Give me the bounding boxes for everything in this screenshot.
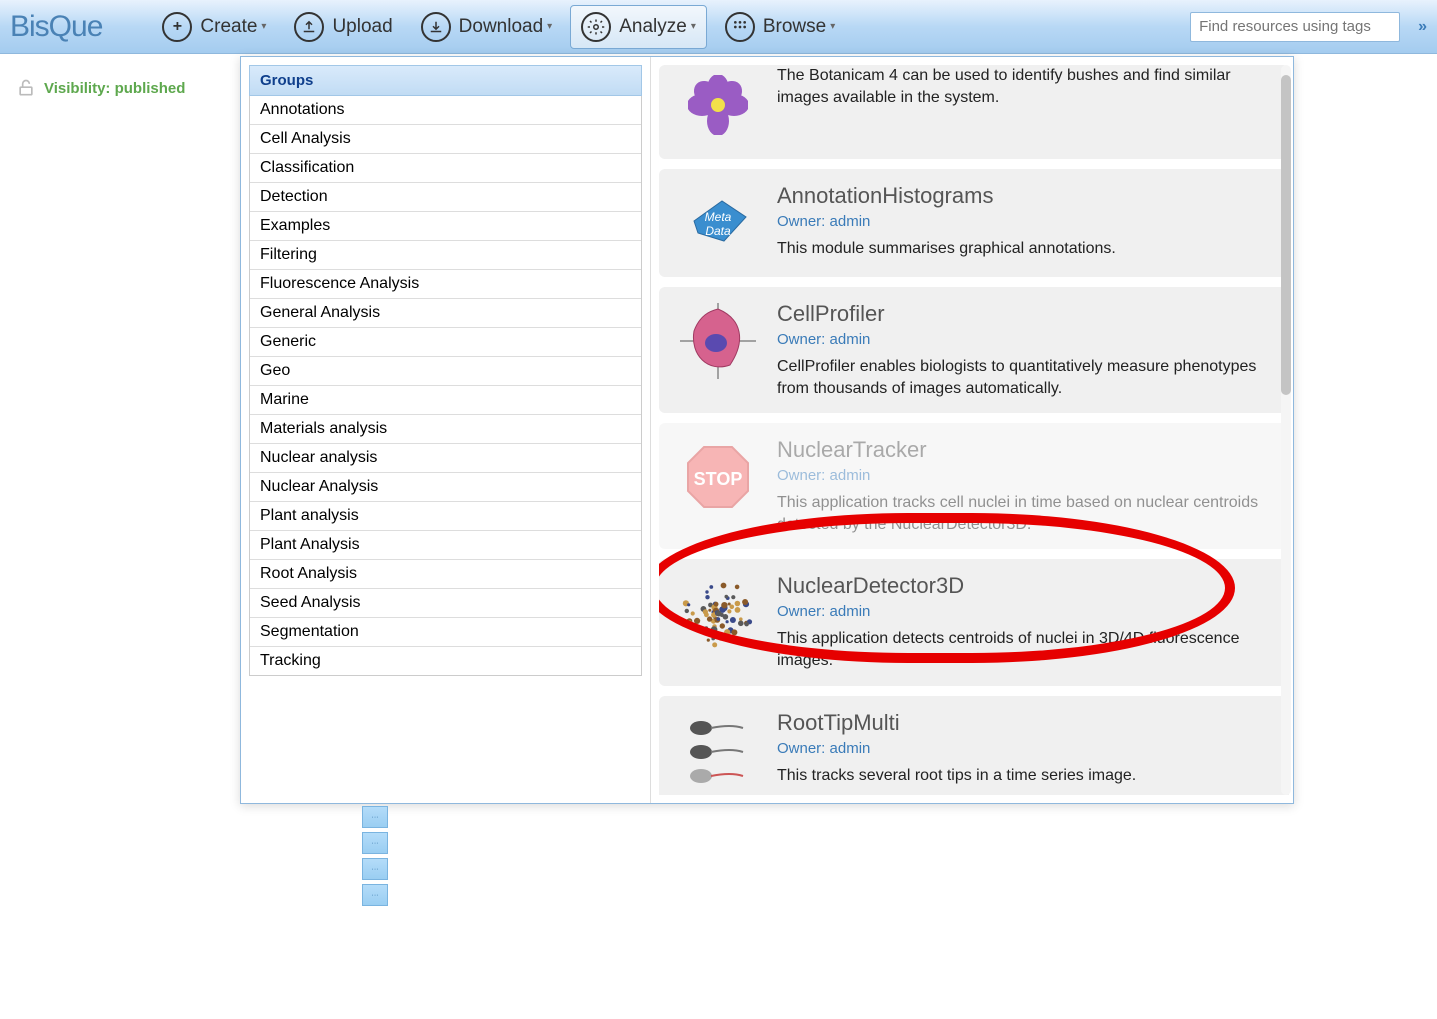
- group-item[interactable]: Marine: [250, 386, 641, 415]
- upload-button[interactable]: Upload: [284, 6, 402, 48]
- create-button[interactable]: + Create ▾: [152, 6, 276, 48]
- module-description: The Botanicam 4 can be used to identify …: [777, 65, 1275, 108]
- grid-icon: [725, 12, 755, 42]
- gear-icon: [581, 12, 611, 42]
- app-logo: BisQue: [10, 10, 102, 44]
- module-card[interactable]: The Botanicam 4 can be used to identify …: [659, 65, 1289, 159]
- thumbnail[interactable]: ···: [362, 832, 388, 854]
- group-item[interactable]: Segmentation: [250, 618, 641, 647]
- module-owner: Owner: admin: [777, 603, 1275, 620]
- module-card[interactable]: RootTipMulti Owner: admin This tracks seve…: [659, 696, 1289, 795]
- svg-text:Meta: Meta: [705, 210, 732, 224]
- module-icon: [673, 65, 763, 145]
- group-item[interactable]: Detection: [250, 183, 641, 212]
- module-description: CellProfiler enables biologists to quant…: [777, 356, 1275, 399]
- plus-icon: +: [162, 12, 192, 42]
- group-item[interactable]: Plant Analysis: [250, 531, 641, 560]
- groups-list: AnnotationsCell AnalysisClassificationDe…: [249, 96, 642, 676]
- chevron-down-icon: ▾: [830, 21, 835, 32]
- module-icon: [673, 301, 763, 381]
- group-item[interactable]: Nuclear Analysis: [250, 473, 641, 502]
- browse-label: Browse: [763, 16, 826, 38]
- thumbnail[interactable]: ···: [362, 884, 388, 906]
- group-item[interactable]: Classification: [250, 154, 641, 183]
- create-label: Create: [200, 16, 257, 38]
- group-item[interactable]: Nuclear analysis: [250, 444, 641, 473]
- group-item[interactable]: Geo: [250, 357, 641, 386]
- module-description: This application detects centroids of nu…: [777, 628, 1275, 671]
- groups-header: Groups: [249, 65, 642, 96]
- module-title: RootTipMulti: [777, 710, 1275, 736]
- group-item[interactable]: Fluorescence Analysis: [250, 270, 641, 299]
- search-input[interactable]: [1190, 12, 1400, 42]
- visibility-label: Visibility: published: [44, 80, 185, 97]
- analyze-button[interactable]: Analyze ▾: [570, 5, 707, 49]
- cloud-up-icon: [294, 12, 324, 42]
- download-label: Download: [459, 16, 544, 38]
- module-owner: Owner: admin: [777, 331, 1275, 348]
- analyze-dropdown: Groups AnnotationsCell AnalysisClassific…: [240, 56, 1294, 804]
- main-toolbar: BisQue + Create ▾ Upload Download ▾ Anal…: [0, 0, 1437, 54]
- group-item[interactable]: Root Analysis: [250, 560, 641, 589]
- visibility-indicator: Visibility: published: [14, 78, 185, 98]
- module-icon: [673, 710, 763, 790]
- group-item[interactable]: Materials analysis: [250, 415, 641, 444]
- module-description: This tracks several root tips in a time …: [777, 765, 1275, 787]
- thumbnail[interactable]: ···: [362, 858, 388, 880]
- module-icon: MetaData: [673, 183, 763, 263]
- group-item[interactable]: Tracking: [250, 647, 641, 675]
- cloud-down-icon: [421, 12, 451, 42]
- chevron-down-icon: ▾: [691, 21, 696, 32]
- module-owner: Owner: admin: [777, 213, 1275, 230]
- analyze-label: Analyze: [619, 16, 687, 38]
- group-item[interactable]: General Analysis: [250, 299, 641, 328]
- download-button[interactable]: Download ▾: [411, 6, 563, 48]
- thumbnail[interactable]: ···: [362, 806, 388, 828]
- module-card[interactable]: MetaData AnnotationHistograms Owner: admin…: [659, 169, 1289, 277]
- thumbnail-strip: ··· ··· ··· ···: [362, 806, 388, 910]
- group-item[interactable]: Plant analysis: [250, 502, 641, 531]
- module-card[interactable]: CellProfiler Owner: admin CellProfiler ena…: [659, 287, 1289, 413]
- group-item[interactable]: Examples: [250, 212, 641, 241]
- chevron-down-icon: ▾: [547, 21, 552, 32]
- module-title: NuclearTracker: [777, 437, 1275, 463]
- module-card[interactable]: STOP NuclearTracker Owner: admin This appli…: [659, 423, 1289, 549]
- scrollbar[interactable]: [1281, 65, 1291, 795]
- module-title: AnnotationHistograms: [777, 183, 1275, 209]
- chevron-down-icon: ▾: [261, 21, 266, 32]
- module-title: CellProfiler: [777, 301, 1275, 327]
- module-card[interactable]: NuclearDetector3D Owner: admin This applic…: [659, 559, 1289, 685]
- svg-text:Data: Data: [705, 224, 731, 238]
- module-owner: Owner: admin: [777, 740, 1275, 757]
- group-item[interactable]: Filtering: [250, 241, 641, 270]
- svg-text:STOP: STOP: [694, 469, 743, 489]
- group-item[interactable]: Seed Analysis: [250, 589, 641, 618]
- groups-panel: Groups AnnotationsCell AnalysisClassific…: [241, 57, 651, 803]
- overflow-icon[interactable]: »: [1418, 18, 1427, 36]
- module-description: This application tracks cell nuclei in t…: [777, 492, 1275, 535]
- browse-button[interactable]: Browse ▾: [715, 6, 845, 48]
- upload-label: Upload: [332, 16, 392, 38]
- module-description: This module summarises graphical annotat…: [777, 238, 1275, 260]
- module-title: NuclearDetector3D: [777, 573, 1275, 599]
- module-icon: STOP: [673, 437, 763, 517]
- group-item[interactable]: Cell Analysis: [250, 125, 641, 154]
- module-owner: Owner: admin: [777, 467, 1275, 484]
- group-item[interactable]: Annotations: [250, 96, 641, 125]
- module-icon: [673, 573, 763, 653]
- group-item[interactable]: Generic: [250, 328, 641, 357]
- modules-panel: The Botanicam 4 can be used to identify …: [651, 57, 1293, 803]
- scrollbar-thumb[interactable]: [1281, 75, 1291, 395]
- unlock-icon: [14, 78, 38, 98]
